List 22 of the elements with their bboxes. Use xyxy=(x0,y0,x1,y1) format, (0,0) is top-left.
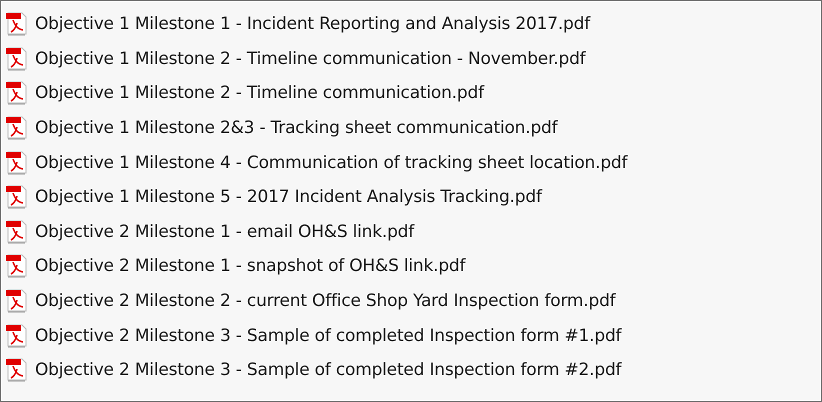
file-name[interactable]: Objective 2 Milestone 2 - current Office Shop Yard Inspection form.pdf xyxy=(35,291,616,312)
file-name[interactable]: Objective 2 Milestone 3 - Sample of completed Inspection form #2.pdf xyxy=(35,360,622,380)
file-name[interactable]: Objective 1 Milestone 2 - Timeline communication.pdf xyxy=(35,83,484,104)
pdf-file-icon xyxy=(5,46,29,72)
pdf-file-icon xyxy=(5,115,29,142)
pdf-file-icon xyxy=(5,288,29,314)
pdf-file-icon xyxy=(5,253,29,280)
pdf-file-icon xyxy=(5,80,29,106)
pdf-file-icon xyxy=(5,357,29,384)
file-name[interactable]: Objective 2 Milestone 3 - Sample of completed Inspection form #1.pdf xyxy=(35,326,622,346)
file-name[interactable]: Objective 2 Milestone 1 - snapshot of OH&S link.pdf xyxy=(35,256,466,276)
file-name[interactable]: Objective 1 Milestone 4 - Communication of tracking sheet location.pdf xyxy=(35,152,628,173)
pdf-file-icon xyxy=(5,11,29,38)
file-name[interactable]: Objective 1 Milestone 2&3 - Tracking sheet communication.pdf xyxy=(35,118,558,138)
file-name[interactable]: Objective 1 Milestone 1 - Incident Reporting and Analysis 2017.pdf xyxy=(35,14,590,34)
pdf-file-icon xyxy=(5,150,29,176)
pdf-file-icon xyxy=(5,218,29,245)
pdf-file-icon xyxy=(5,322,29,349)
file-name[interactable]: Objective 1 Milestone 5 - 2017 Incident Analysis Tracking.pdf xyxy=(35,187,542,208)
file-name[interactable]: Objective 2 Milestone 1 - email OH&S link.pdf xyxy=(35,222,414,242)
file-name[interactable]: Objective 1 Milestone 2 - Timeline communication - November.pdf xyxy=(35,48,586,69)
pdf-file-icon xyxy=(5,184,29,210)
